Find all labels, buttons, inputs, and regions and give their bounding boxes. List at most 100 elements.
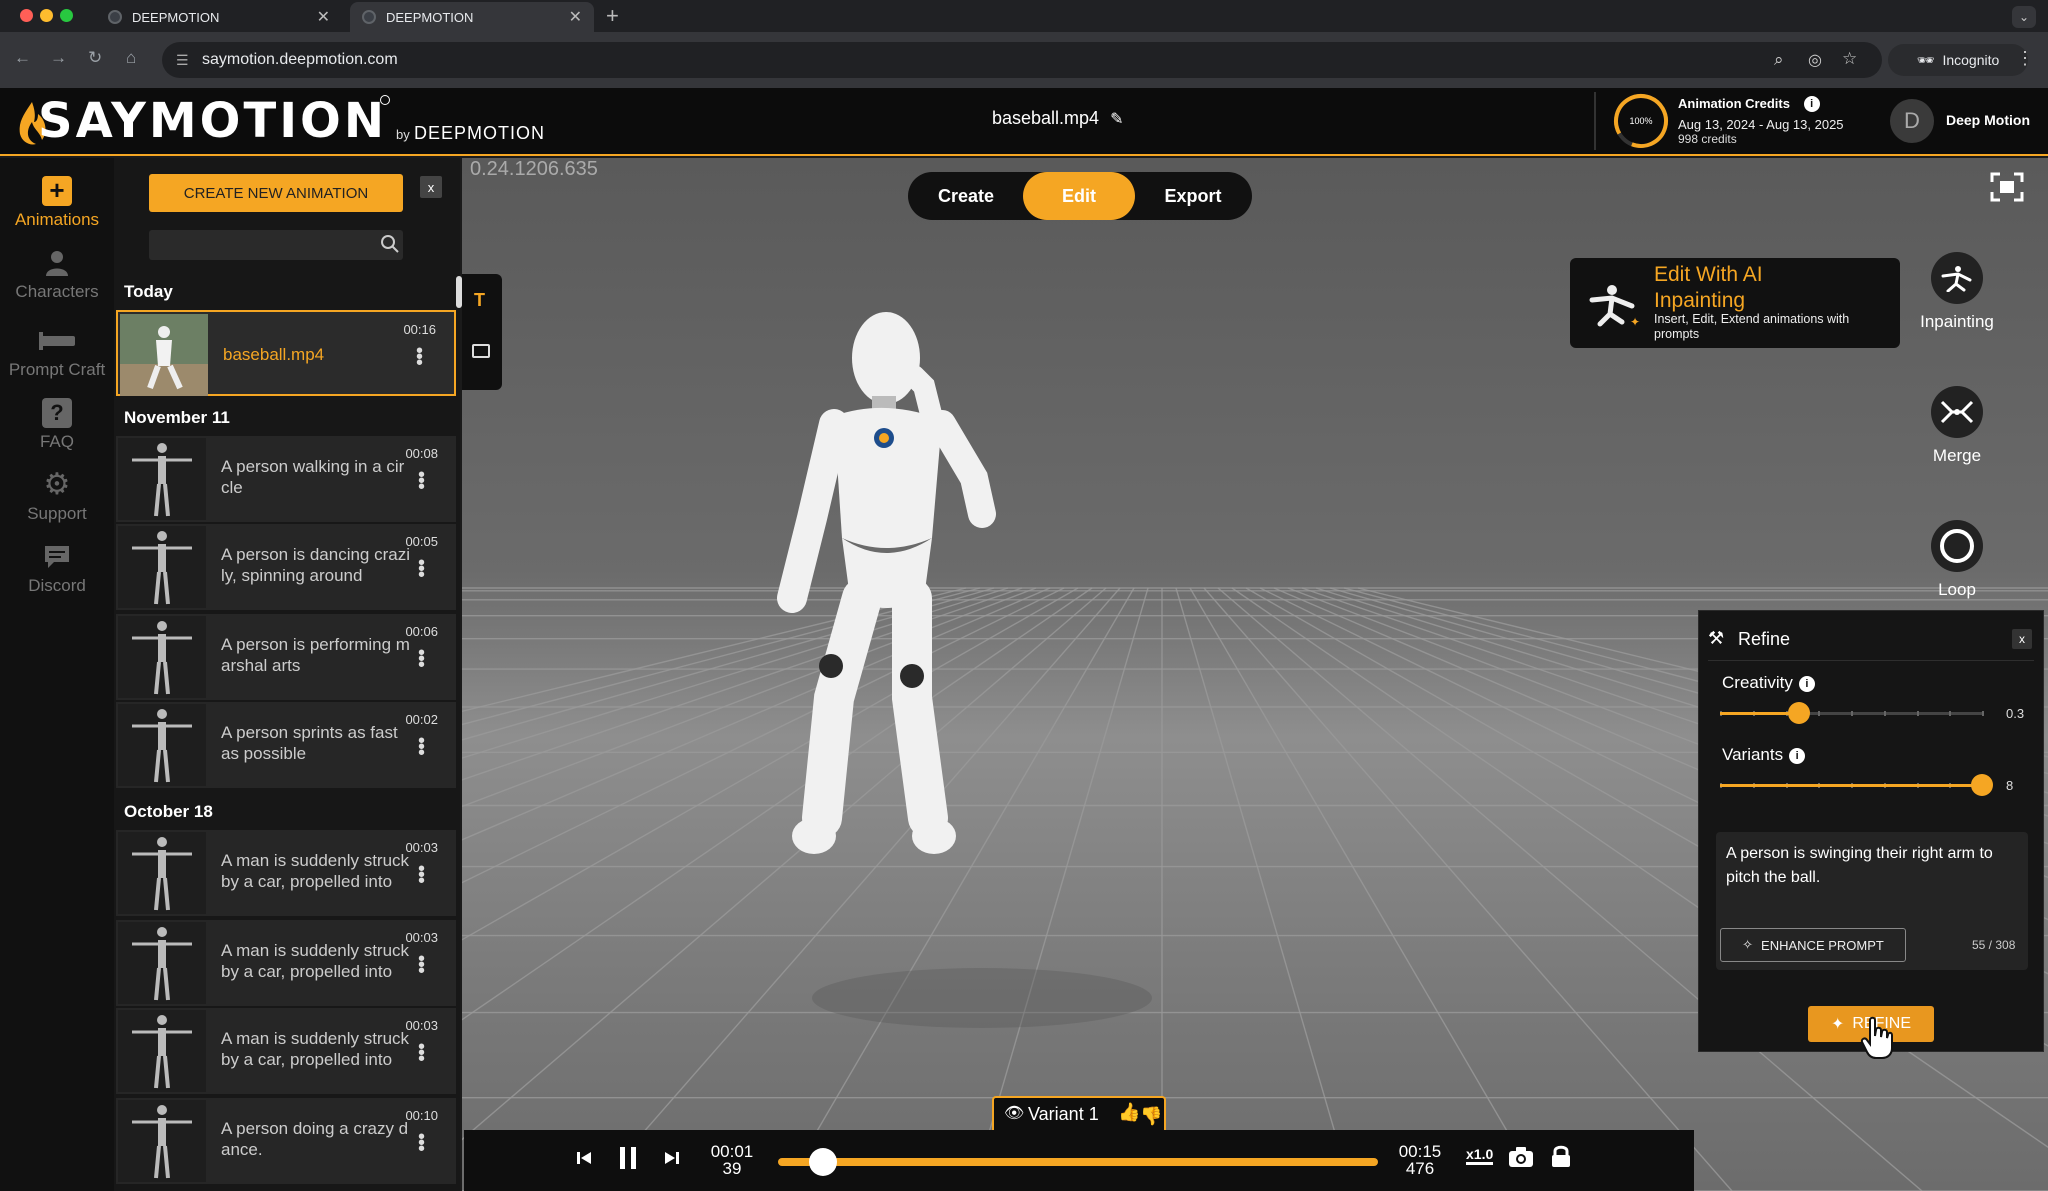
text-prompt-icon[interactable]: T: [474, 290, 485, 311]
thumbs-up-icon[interactable]: 👍: [1118, 1102, 1140, 1123]
nav-label: Discord: [28, 576, 86, 595]
enhance-prompt-button[interactable]: ✧ ENHANCE PROMPT: [1720, 928, 1906, 962]
list-item[interactable]: baseball.mp4 00:16 • • •: [116, 310, 456, 396]
browser-tab-2[interactable]: DEEPMOTION ✕: [350, 2, 594, 32]
user-name[interactable]: Deep Motion: [1946, 112, 2030, 128]
more-options-icon[interactable]: • • •: [416, 341, 423, 373]
creativity-slider[interactable]: [1720, 702, 1984, 724]
more-options-icon[interactable]: • • •: [418, 1127, 425, 1159]
robot-character[interactable]: [777, 312, 996, 854]
avatar[interactable]: D: [1890, 99, 1934, 143]
list-item[interactable]: A man is suddenly struck by a car, prope…: [116, 920, 456, 1006]
browser-menu-icon[interactable]: ⋮: [2016, 48, 2034, 69]
person-icon: [46, 251, 68, 276]
info-icon[interactable]: i: [1789, 748, 1806, 764]
pause-icon[interactable]: [618, 1146, 638, 1170]
variants-slider-knob[interactable]: [1971, 774, 1993, 796]
svg-text:✦: ✦: [1630, 315, 1640, 328]
creativity-slider-knob[interactable]: [1787, 702, 1810, 724]
playback-speed[interactable]: x1.0: [1466, 1146, 1494, 1165]
create-new-animation-button[interactable]: CREATE NEW ANIMATION: [149, 174, 403, 212]
search-input[interactable]: [149, 230, 403, 260]
close-list-button[interactable]: x: [420, 176, 442, 198]
animation-thumbnail: [118, 1010, 206, 1092]
close-window-button[interactable]: [20, 9, 33, 22]
merge-tool-button[interactable]: Merge: [1916, 386, 1998, 466]
nav-item-characters[interactable]: Characters: [0, 248, 114, 302]
loop-tool-button[interactable]: Loop: [1916, 520, 1998, 600]
tab-edit[interactable]: Edit: [1023, 172, 1135, 220]
video-icon[interactable]: [472, 344, 490, 358]
zoom-icon[interactable]: ⌕: [1774, 50, 1784, 70]
edit-pencil-icon[interactable]: ✎: [1110, 111, 1123, 128]
list-item[interactable]: A man is suddenly struck by a car, prope…: [116, 1008, 456, 1094]
forward-icon[interactable]: →: [50, 48, 67, 68]
list-item[interactable]: A man is suddenly struck by a car, prope…: [116, 830, 456, 916]
home-icon[interactable]: ⌂: [126, 48, 136, 68]
nav-item-faq[interactable]: ? FAQ: [0, 398, 114, 452]
tool-label: Loop: [1938, 580, 1976, 599]
slider-tick: [1851, 711, 1853, 716]
fullscreen-icon[interactable]: [1990, 172, 2024, 202]
sparkle-icon: ✧: [1742, 937, 1754, 952]
refine-close-button[interactable]: x: [2012, 629, 2032, 649]
reload-icon[interactable]: ↻: [88, 48, 102, 68]
eye-off-icon[interactable]: ◎: [1808, 50, 1822, 70]
back-icon[interactable]: ←: [14, 48, 31, 68]
skip-back-icon[interactable]: [576, 1150, 592, 1166]
animation-thumbnail: [120, 314, 208, 396]
nav-item-discord[interactable]: Discord: [0, 542, 114, 596]
ai-card-title: Edit With AI Inpainting: [1654, 263, 1763, 312]
list-item[interactable]: A person is dancing crazily, spinning ar…: [116, 524, 456, 610]
more-options-icon[interactable]: • • •: [418, 949, 425, 981]
more-options-icon[interactable]: • • •: [418, 553, 425, 585]
close-tab-icon[interactable]: ✕: [569, 7, 582, 27]
eye-icon[interactable]: 👁: [1004, 1103, 1024, 1123]
list-item[interactable]: A person doing a crazy dance. 00:10 • • •: [116, 1098, 456, 1184]
timeline-scrubber[interactable]: [809, 1148, 837, 1176]
file-title[interactable]: baseball.mp4 ✎: [992, 108, 1124, 129]
browser-tab-1[interactable]: DEEPMOTION ✕: [96, 2, 342, 32]
more-options-icon[interactable]: • • •: [418, 731, 425, 763]
list-item[interactable]: A person is performing marshal arts 00:06…: [116, 614, 456, 700]
tab-search-icon[interactable]: ⌄: [2012, 6, 2036, 28]
lock-icon[interactable]: [1550, 1144, 1572, 1168]
search-icon[interactable]: [380, 234, 400, 254]
thumbs-down-icon[interactable]: 👎: [1140, 1106, 1162, 1127]
variants-slider[interactable]: [1720, 774, 1993, 796]
new-tab-button[interactable]: +: [606, 3, 619, 29]
timeline-track[interactable]: [778, 1158, 1378, 1166]
more-options-icon[interactable]: • • •: [418, 859, 425, 891]
minimize-window-button[interactable]: [40, 9, 53, 22]
variant-tab[interactable]: 👁 Variant 1 👍 👎: [992, 1096, 1166, 1130]
omnibox[interactable]: [162, 42, 1882, 78]
list-item[interactable]: A person sprints as fast as possible 00:0…: [116, 702, 456, 788]
list-item[interactable]: A person walking in a circle 00:08 • • •: [116, 436, 456, 522]
group-header: November 11: [124, 408, 230, 427]
maximize-window-button[interactable]: [60, 9, 73, 22]
bookmark-star-icon[interactable]: ☆: [1842, 49, 1857, 69]
close-tab-icon[interactable]: ✕: [317, 7, 330, 27]
slider-tick: [1818, 711, 1821, 716]
incognito-badge[interactable]: 🕶 Incognito: [1888, 44, 2028, 76]
skip-forward-icon[interactable]: [664, 1150, 680, 1166]
more-options-icon[interactable]: • • •: [418, 465, 425, 497]
prompt-text[interactable]: A person is swinging their right arm to …: [1726, 842, 2016, 890]
more-options-icon[interactable]: • • •: [418, 1037, 425, 1069]
nav-label: Prompt Craft: [8, 360, 106, 379]
site-info-icon[interactable]: ☰: [176, 52, 189, 69]
info-icon[interactable]: i: [1803, 96, 1820, 112]
more-options-icon[interactable]: • • •: [418, 643, 425, 675]
inpainting-tool-button[interactable]: Inpainting: [1916, 252, 1998, 332]
url-text[interactable]: saymotion.deepmotion.com: [202, 51, 398, 69]
camera-icon[interactable]: [1508, 1146, 1534, 1168]
nav-item-animations[interactable]: + Animations: [0, 176, 114, 230]
animation-duration: 00:16: [403, 322, 436, 337]
tab-create[interactable]: Create: [910, 172, 1022, 220]
nav-item-prompt-craft[interactable]: Prompt Craft: [0, 326, 114, 380]
info-icon[interactable]: i: [1798, 676, 1815, 692]
nav-label: FAQ: [39, 432, 74, 451]
saymotion-logo[interactable]: SAYMOTION: [38, 93, 387, 149]
tab-export[interactable]: Export: [1137, 172, 1249, 220]
nav-item-support[interactable]: ⚙ Support: [0, 470, 114, 524]
